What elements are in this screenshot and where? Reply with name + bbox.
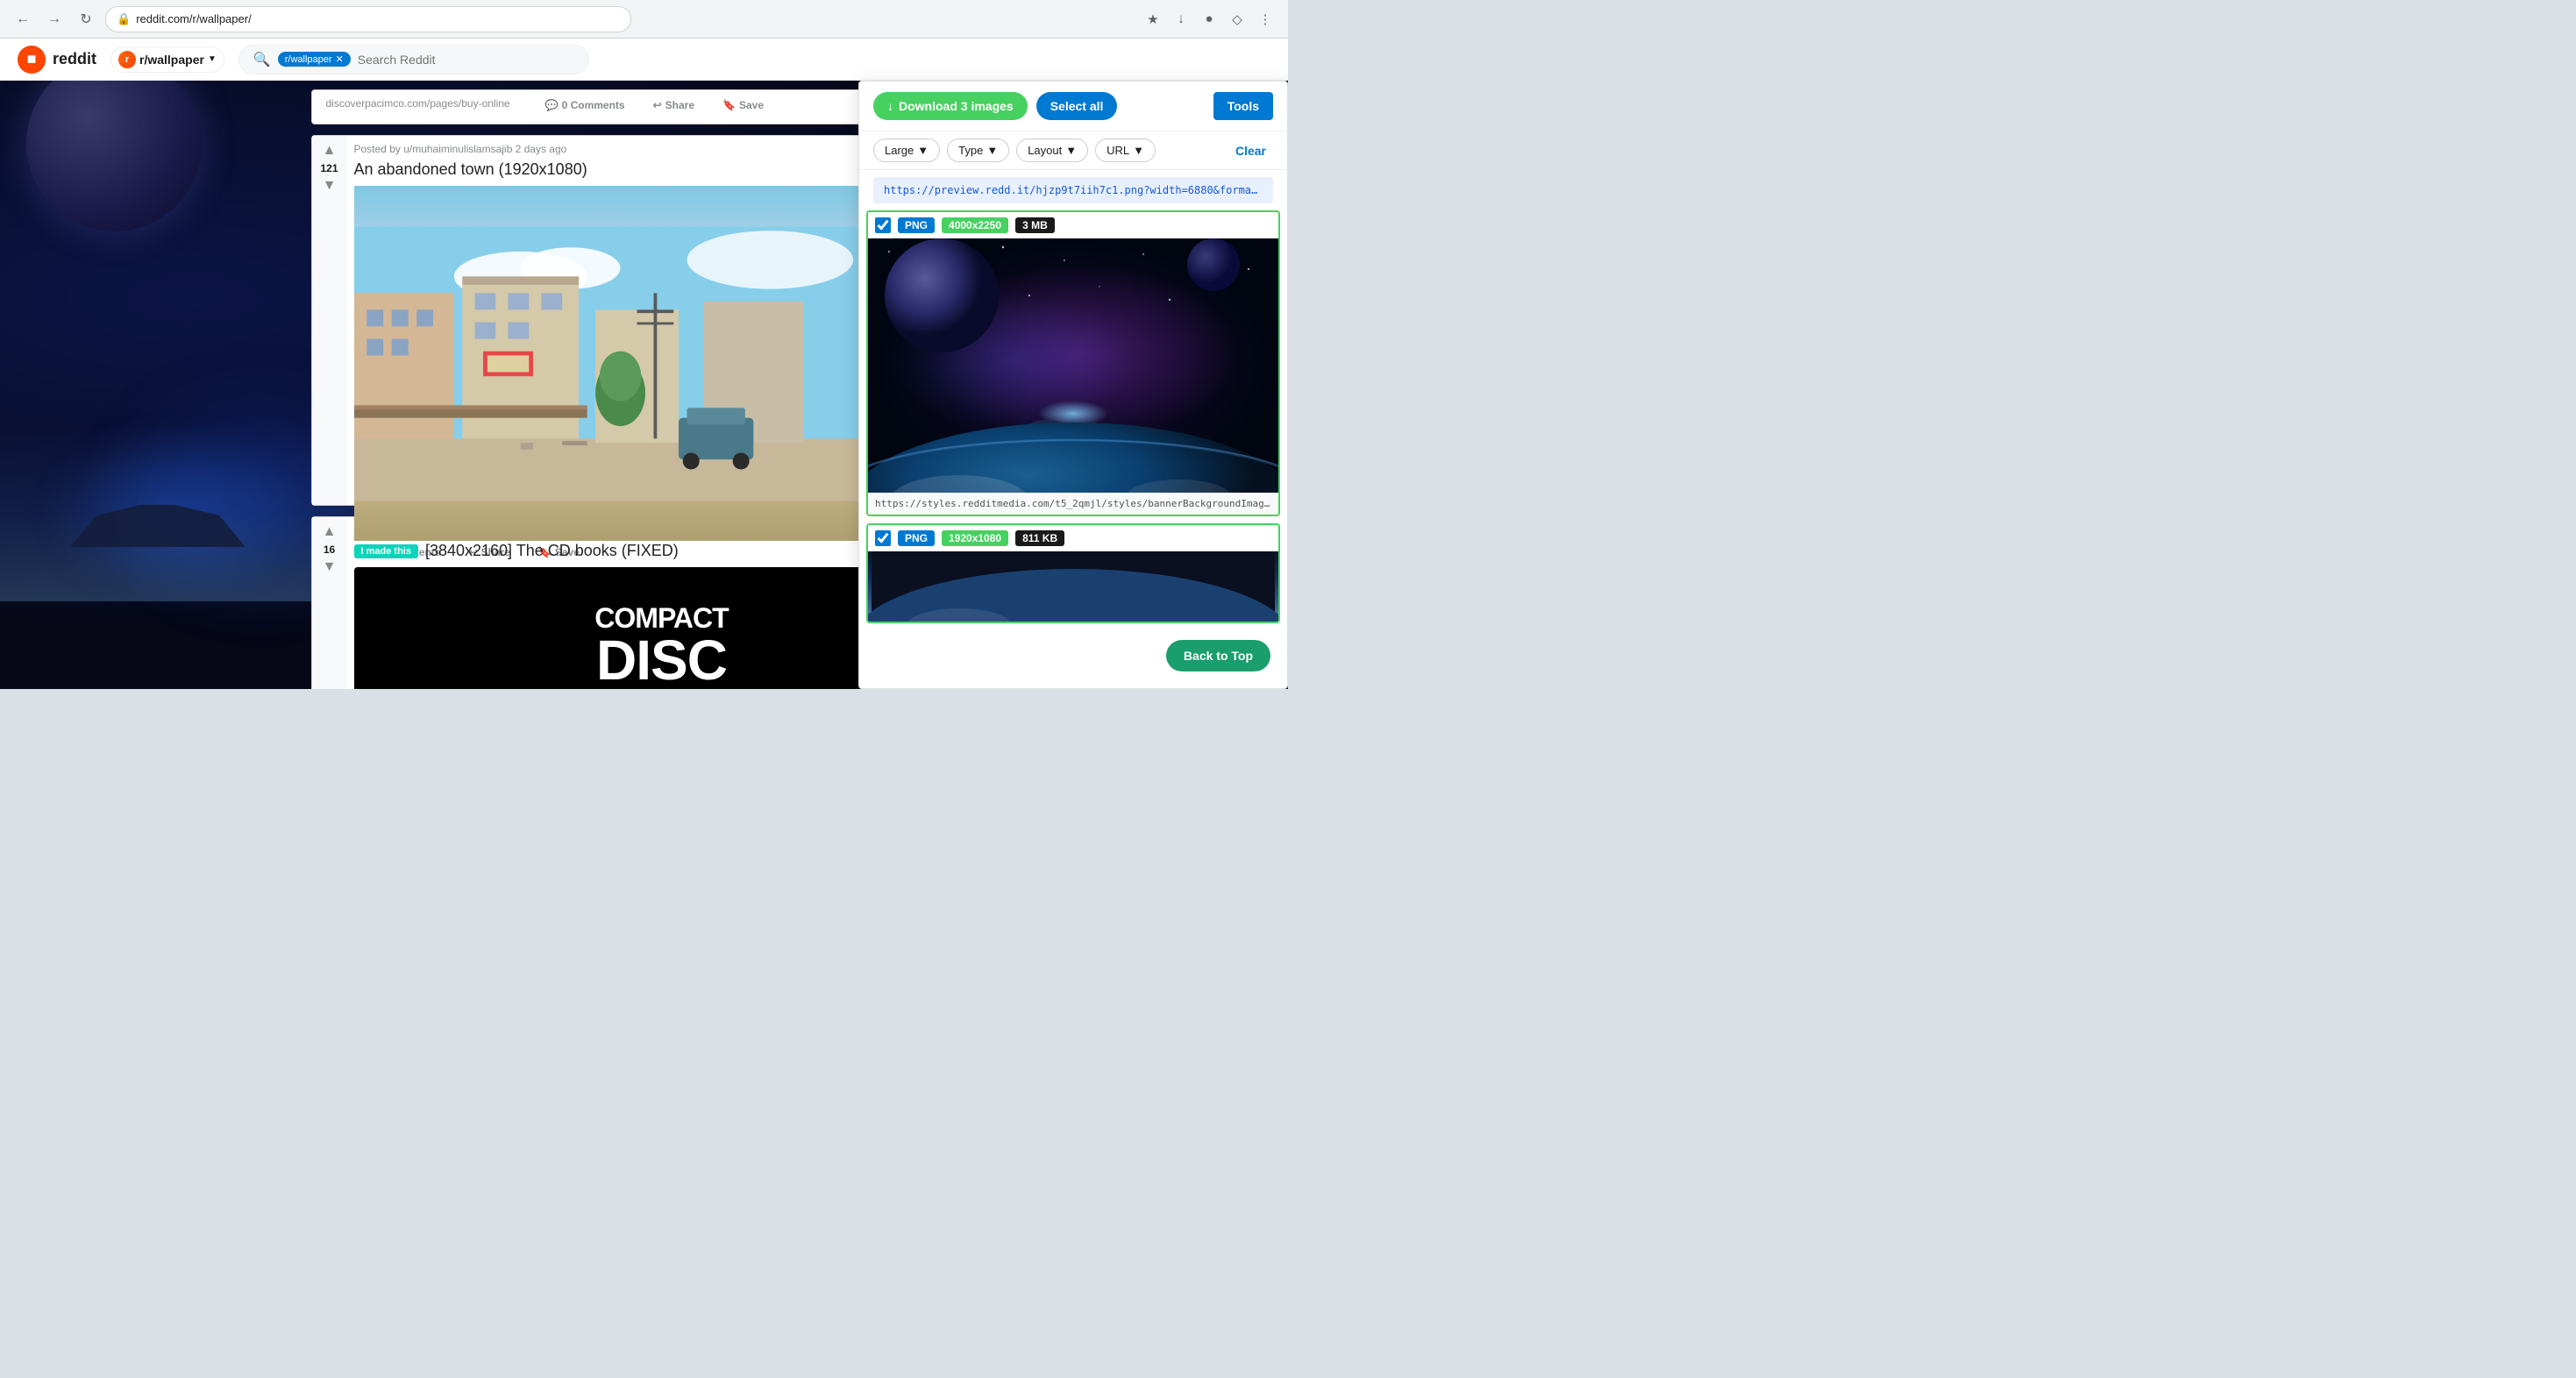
- vote-column: ▲ 121 ▼: [312, 136, 347, 505]
- image-card-1: PNG 4000x2250 3 MB: [866, 210, 1280, 516]
- download-arrow-icon: ↓: [887, 99, 893, 113]
- image-checkbox-2[interactable]: [875, 530, 891, 546]
- layout-filter-label: Layout: [1028, 144, 1062, 157]
- image-card-header-2: PNG 1920x1080 811 KB: [868, 525, 1278, 551]
- size-filter-label: Large: [885, 144, 914, 157]
- panel-toolbar: ↓ Download 3 images Select all Tools: [859, 82, 1287, 131]
- filter-bar: Large ▼ Type ▼ Layout ▼ URL ▼ Clear: [859, 131, 1287, 170]
- search-input[interactable]: [358, 53, 574, 67]
- downvote-btn-2[interactable]: ▼: [323, 559, 337, 575]
- profile-icon[interactable]: ●: [1197, 7, 1221, 32]
- upvote-btn[interactable]: ▲: [323, 143, 337, 159]
- image-card-2: PNG 1920x1080 811 KB: [866, 523, 1280, 623]
- search-icon: 🔍: [253, 51, 271, 68]
- vote-column-2: ▲ 16 ▼: [312, 517, 347, 689]
- reddit-header: ■ reddit r r/wallpaper ▼ 🔍 r/wallpaper ✕: [0, 39, 1288, 81]
- url-filter-btn[interactable]: URL ▼: [1095, 139, 1156, 162]
- bookmark-save-icon: 🔖: [722, 99, 736, 111]
- save-btn[interactable]: 🔖 Save: [715, 94, 771, 117]
- extensions-icon[interactable]: ◇: [1225, 7, 1249, 32]
- browser-icons: ★ ↓ ● ◇ ⋮: [1141, 7, 1277, 32]
- vote-count-2: 16: [324, 543, 335, 556]
- chevron-size-icon: ▼: [917, 144, 929, 157]
- format-badge-1: PNG: [898, 217, 935, 233]
- reddit-icon: ■: [18, 46, 46, 74]
- size-badge-2: 811 KB: [1015, 530, 1064, 546]
- comments-btn[interactable]: 💬 0 Comments: [538, 94, 632, 117]
- secure-icon: 🔒: [117, 12, 131, 26]
- tools-label: Tools: [1228, 99, 1259, 113]
- subreddit-selector[interactable]: r r/wallpaper ▼: [110, 46, 224, 73]
- refresh-button[interactable]: ↻: [74, 7, 98, 32]
- download-label: Download 3 images: [899, 99, 1014, 113]
- clear-btn[interactable]: Clear: [1228, 139, 1273, 162]
- comment-icon: 💬: [545, 99, 559, 111]
- dimensions-badge-2: 1920x1080: [942, 530, 1008, 546]
- reddit-logo[interactable]: ■ reddit: [18, 46, 96, 74]
- cd-text: COMPACT disc: [594, 604, 728, 688]
- search-bar[interactable]: 🔍 r/wallpaper ✕: [238, 45, 589, 75]
- chevron-url-icon: ▼: [1133, 144, 1144, 157]
- browser-chrome: ← → ↻ 🔒 reddit.com/r/wallpaper/ ★ ↓ ● ◇ …: [0, 0, 1288, 39]
- image-preview-2[interactable]: [868, 551, 1278, 622]
- top-url-bar: https://preview.redd.it/hjzp9t7iih7c1.pn…: [873, 177, 1273, 203]
- format-badge-2: PNG: [898, 530, 935, 546]
- discover-link[interactable]: discoverpacimco.com/pages/buy-online: [312, 90, 524, 124]
- chevron-down-icon: ▼: [208, 54, 217, 64]
- made-this-badge: I made this: [354, 544, 418, 558]
- url-filter-label: URL: [1107, 144, 1129, 157]
- menu-icon[interactable]: ⋮: [1253, 7, 1277, 32]
- image-url-1: https://styles.redditmedia.com/t5_2qmjl/…: [868, 493, 1278, 515]
- reddit-logo-text: reddit: [53, 50, 96, 68]
- upvote-btn-2[interactable]: ▲: [323, 524, 337, 540]
- page-content: ■ reddit r r/wallpaper ▼ 🔍 r/wallpaper ✕: [0, 39, 1288, 689]
- post-actions-top: 💬 0 Comments ↩ Share 🔖 Save: [524, 90, 785, 124]
- forward-button[interactable]: →: [42, 7, 67, 32]
- type-filter-btn[interactable]: Type ▼: [947, 139, 1009, 162]
- type-filter-label: Type: [958, 144, 983, 157]
- image-preview-1[interactable]: [868, 238, 1278, 493]
- post-title-2[interactable]: [3840x2160] The CD books (FIXED): [425, 542, 679, 560]
- subreddit-icon: r: [118, 51, 136, 68]
- download-images-btn[interactable]: ↓ Download 3 images: [873, 92, 1028, 120]
- chevron-layout-icon: ▼: [1065, 144, 1077, 157]
- size-badge-1: 3 MB: [1015, 217, 1055, 233]
- vote-count: 121: [320, 162, 338, 174]
- address-bar[interactable]: 🔒 reddit.com/r/wallpaper/: [105, 6, 631, 32]
- layout-filter-btn[interactable]: Layout ▼: [1016, 139, 1088, 162]
- url-text: reddit.com/r/wallpaper/: [136, 12, 252, 25]
- dimensions-badge-1: 4000x2250: [942, 217, 1008, 233]
- panel-images-list: PNG 4000x2250 3 MB: [859, 210, 1287, 688]
- select-all-label: Select all: [1050, 99, 1104, 113]
- search-tag-close[interactable]: ✕: [336, 53, 344, 65]
- download-icon[interactable]: ↓: [1169, 7, 1193, 32]
- subreddit-name: r/wallpaper: [139, 53, 204, 67]
- download-overlay-panel: ↓ Download 3 images Select all Tools Lar…: [858, 81, 1288, 689]
- back-button[interactable]: ←: [11, 7, 35, 32]
- downvote-btn[interactable]: ▼: [323, 178, 337, 194]
- size-filter-btn[interactable]: Large ▼: [873, 139, 940, 162]
- image-card-header-1: PNG 4000x2250 3 MB: [868, 212, 1278, 238]
- share-icon: ↩: [653, 99, 662, 111]
- share-btn[interactable]: ↩ Share: [646, 94, 701, 117]
- chevron-type-icon: ▼: [986, 144, 998, 157]
- image-checkbox-1[interactable]: [875, 217, 891, 233]
- tools-btn[interactable]: Tools: [1213, 92, 1273, 120]
- bookmark-icon[interactable]: ★: [1141, 7, 1165, 32]
- select-all-btn[interactable]: Select all: [1036, 92, 1118, 120]
- back-to-top-btn[interactable]: Back to Top: [1166, 640, 1270, 671]
- search-tag: r/wallpaper ✕: [278, 52, 351, 67]
